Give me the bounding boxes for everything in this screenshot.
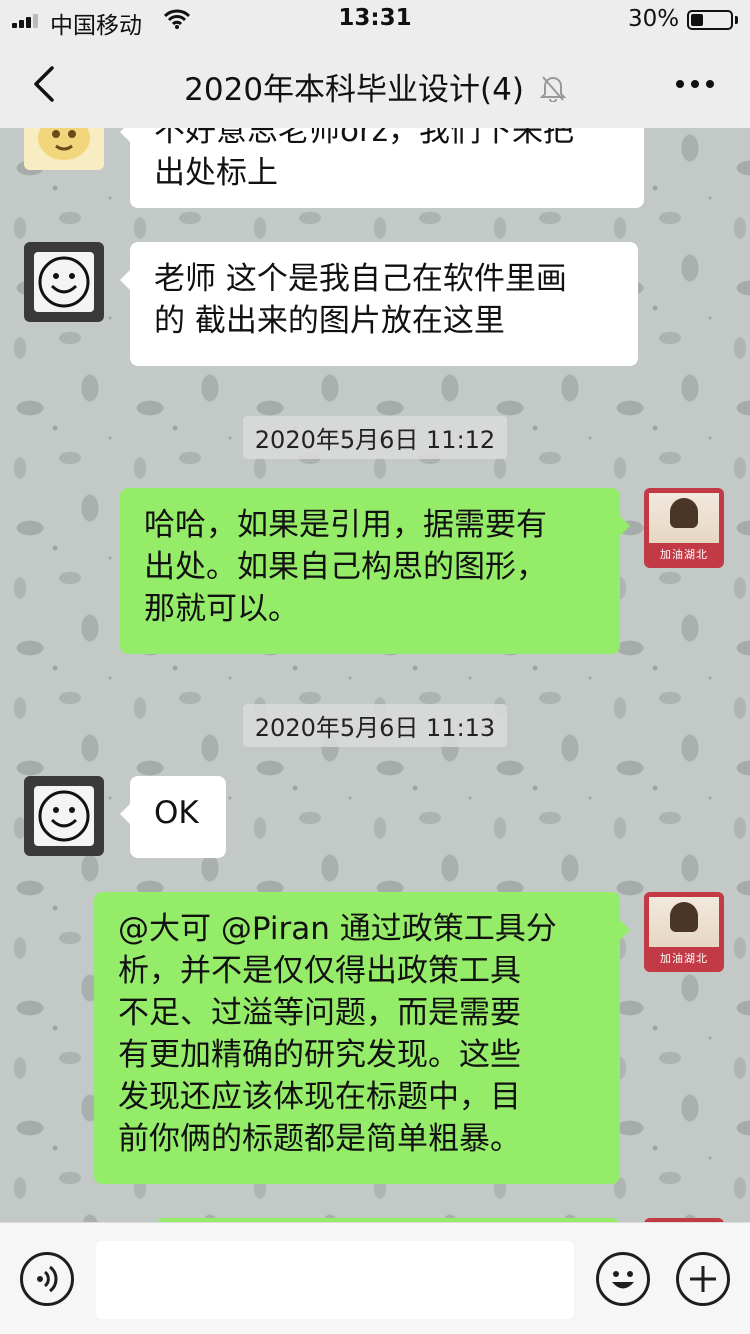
message-bubble[interactable]: 老师 这个是我自己在软件里画 的 截出来的图片放在这里 (120, 242, 638, 366)
plus-icon (690, 1266, 716, 1292)
message-bubble[interactable]: 哈哈，如果是引用，据需要有 出处。如果自己构思的图形， 那就可以。 (120, 488, 630, 654)
message-line: 析，并不是仅仅得出政策工具 (118, 953, 521, 989)
cartoon-avatar-icon (24, 128, 104, 170)
timestamp: 2020年5月6日 11:13 (0, 704, 750, 747)
more-icon-dot (691, 80, 699, 88)
smiley-avatar-icon (38, 256, 90, 308)
smiley-avatar-icon (38, 790, 90, 842)
message-line: 的 截出来的图片放在这里 (154, 303, 505, 339)
message-line: @大可 @Piran 通过政策工具分 (118, 911, 557, 947)
message-line: 发现还应该体现在标题中，目 (118, 1079, 521, 1115)
portrait-icon (670, 498, 698, 528)
message-line: 老师 这个是我自己在软件里画 (154, 261, 567, 297)
message-line: 出处标上 (154, 155, 278, 191)
message-line: 不足、过溢等问题，而是需要 (118, 995, 521, 1031)
status-bar: 中国移动 13:31 30% (0, 0, 750, 40)
more-icon-dot (706, 80, 714, 88)
message-line: 前你俩的标题都是简单粗暴。 (118, 1121, 521, 1157)
input-bar (0, 1222, 750, 1334)
plus-button[interactable] (676, 1252, 730, 1306)
emoji-button[interactable] (596, 1252, 650, 1306)
chat-title: 2020年本科毕业设计(4) (184, 72, 524, 108)
message-text: OK (154, 795, 199, 831)
message-bubble[interactable]: 不好意思老师orz，我们下来把 出处标上 (120, 128, 644, 208)
chat-title-wrap[interactable]: 2020年本科毕业设计(4) (0, 64, 750, 110)
avatar[interactable]: 加油湖北 (644, 892, 724, 972)
message-line: 哈哈，如果是引用，据需要有 (144, 507, 547, 543)
message-line: 那就可以。 (144, 591, 299, 627)
timestamp: 2020年5月6日 11:12 (0, 416, 750, 459)
message-input[interactable] (96, 1241, 574, 1319)
message-line: 不好意思老师orz，我们下来把 (154, 128, 574, 149)
timestamp-label: 2020年5月6日 11:12 (242, 416, 508, 459)
avatar-caption: 加油湖北 (660, 952, 708, 965)
chat-header: 2020年本科毕业设计(4) (0, 40, 750, 128)
message-bubble[interactable]: @大可 @Piran 通过政策工具分 析，并不是仅仅得出政策工具 不足、过溢等问… (94, 892, 630, 1184)
voice-button[interactable] (20, 1252, 74, 1306)
timestamp-label: 2020年5月6日 11:13 (242, 704, 508, 747)
avatar[interactable] (24, 128, 104, 170)
voice-icon (37, 1265, 58, 1293)
message-line: 有更加精确的研究发现。这些 (118, 1037, 521, 1073)
message-bubble[interactable]: OK (120, 776, 226, 858)
emoji-icon (612, 1271, 634, 1289)
battery-percent: 30% (628, 6, 680, 32)
mute-bell-icon (539, 74, 567, 110)
more-button[interactable] (676, 80, 714, 88)
more-icon-dot (676, 80, 684, 88)
avatar-caption: 加油湖北 (660, 548, 708, 561)
message-line: 出处。如果自己构思的图形， (144, 549, 547, 585)
chat-area[interactable]: 不好意思老师orz，我们下来把 出处标上 老师 这个是我自己在软件里画 的 截出… (0, 128, 750, 1222)
portrait-icon (670, 902, 698, 932)
avatar[interactable] (24, 242, 104, 322)
battery-tip (735, 16, 738, 24)
avatar[interactable]: 加油湖北 (644, 488, 724, 568)
battery-icon (687, 10, 733, 30)
avatar[interactable] (24, 776, 104, 856)
